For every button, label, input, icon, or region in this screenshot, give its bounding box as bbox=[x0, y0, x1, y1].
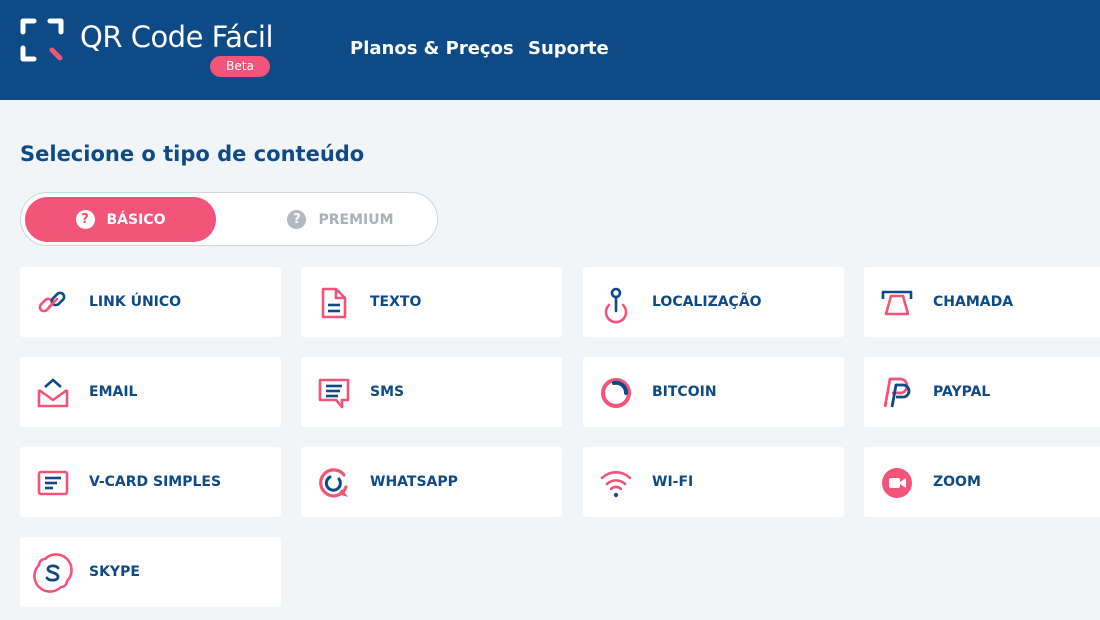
link-icon bbox=[38, 291, 66, 313]
card-text[interactable]: TEXTO bbox=[301, 267, 562, 337]
card-label: LINK ÚNICO bbox=[89, 294, 182, 310]
card-paypal[interactable]: PAYPAL bbox=[864, 357, 1100, 427]
basic-tab[interactable]: ? BÁSICO bbox=[25, 197, 216, 242]
card-zoom[interactable]: ZOOM bbox=[864, 447, 1100, 517]
card-label: WI-FI bbox=[652, 474, 694, 490]
beta-badge: Beta bbox=[210, 56, 270, 77]
message-icon bbox=[318, 378, 350, 409]
premium-tab-label: PREMIUM bbox=[318, 211, 394, 228]
vcard-icon bbox=[37, 470, 69, 496]
card-label: BITCOIN bbox=[652, 384, 717, 400]
card-link[interactable]: LINK ÚNICO bbox=[20, 267, 281, 337]
paypal-icon bbox=[883, 377, 911, 408]
card-label: V-CARD SIMPLES bbox=[89, 474, 222, 490]
premium-tab[interactable]: ? PREMIUM bbox=[245, 197, 436, 242]
phone-icon bbox=[881, 290, 913, 316]
bitcoin-icon bbox=[601, 378, 631, 408]
card-email[interactable]: EMAIL bbox=[20, 357, 281, 427]
logo-text[interactable]: QR Code Fácil bbox=[80, 20, 274, 54]
help-circle-icon: ? bbox=[287, 210, 307, 229]
help-circle-icon: ? bbox=[75, 210, 95, 229]
card-label: WHATSAPP bbox=[370, 474, 458, 490]
card-label: PAYPAL bbox=[933, 384, 991, 400]
card-label: LOCALIZAÇÃO bbox=[652, 294, 762, 310]
card-call[interactable]: CHAMADA bbox=[864, 267, 1100, 337]
page-title: Selecione o tipo de conteúdo bbox=[20, 142, 365, 166]
card-label: EMAIL bbox=[89, 384, 138, 400]
envelope-icon bbox=[37, 378, 69, 408]
location-pin-icon bbox=[604, 287, 628, 324]
card-label: ZOOM bbox=[933, 474, 981, 490]
plan-toggle: ? BÁSICO ? PREMIUM bbox=[20, 192, 438, 246]
document-icon bbox=[321, 287, 347, 319]
card-whatsapp[interactable]: WHATSAPP bbox=[301, 447, 562, 517]
skype-icon bbox=[33, 553, 73, 593]
nav-link-pricing[interactable]: Planos & Preços bbox=[350, 38, 514, 59]
card-label: CHAMADA bbox=[933, 294, 1014, 310]
wifi-icon bbox=[600, 471, 632, 498]
card-label: SMS bbox=[370, 384, 405, 400]
card-bitcoin[interactable]: BITCOIN bbox=[583, 357, 844, 427]
card-label: SKYPE bbox=[89, 564, 140, 580]
top-header: QR Code Fácil Beta Planos & Preços Supor… bbox=[0, 0, 1100, 100]
card-sms[interactable]: SMS bbox=[301, 357, 562, 427]
basic-tab-label: BÁSICO bbox=[106, 211, 166, 228]
whatsapp-icon bbox=[319, 468, 348, 498]
card-skype[interactable]: SKYPE bbox=[20, 537, 281, 607]
card-wifi[interactable]: WI-FI bbox=[583, 447, 844, 517]
nav-link-support[interactable]: Suporte bbox=[528, 38, 609, 59]
card-location[interactable]: LOCALIZAÇÃO bbox=[583, 267, 844, 337]
qr-logo-icon[interactable] bbox=[20, 18, 64, 62]
card-label: TEXTO bbox=[370, 294, 422, 310]
card-vcard[interactable]: V-CARD SIMPLES bbox=[20, 447, 281, 517]
video-camera-icon bbox=[882, 468, 912, 498]
